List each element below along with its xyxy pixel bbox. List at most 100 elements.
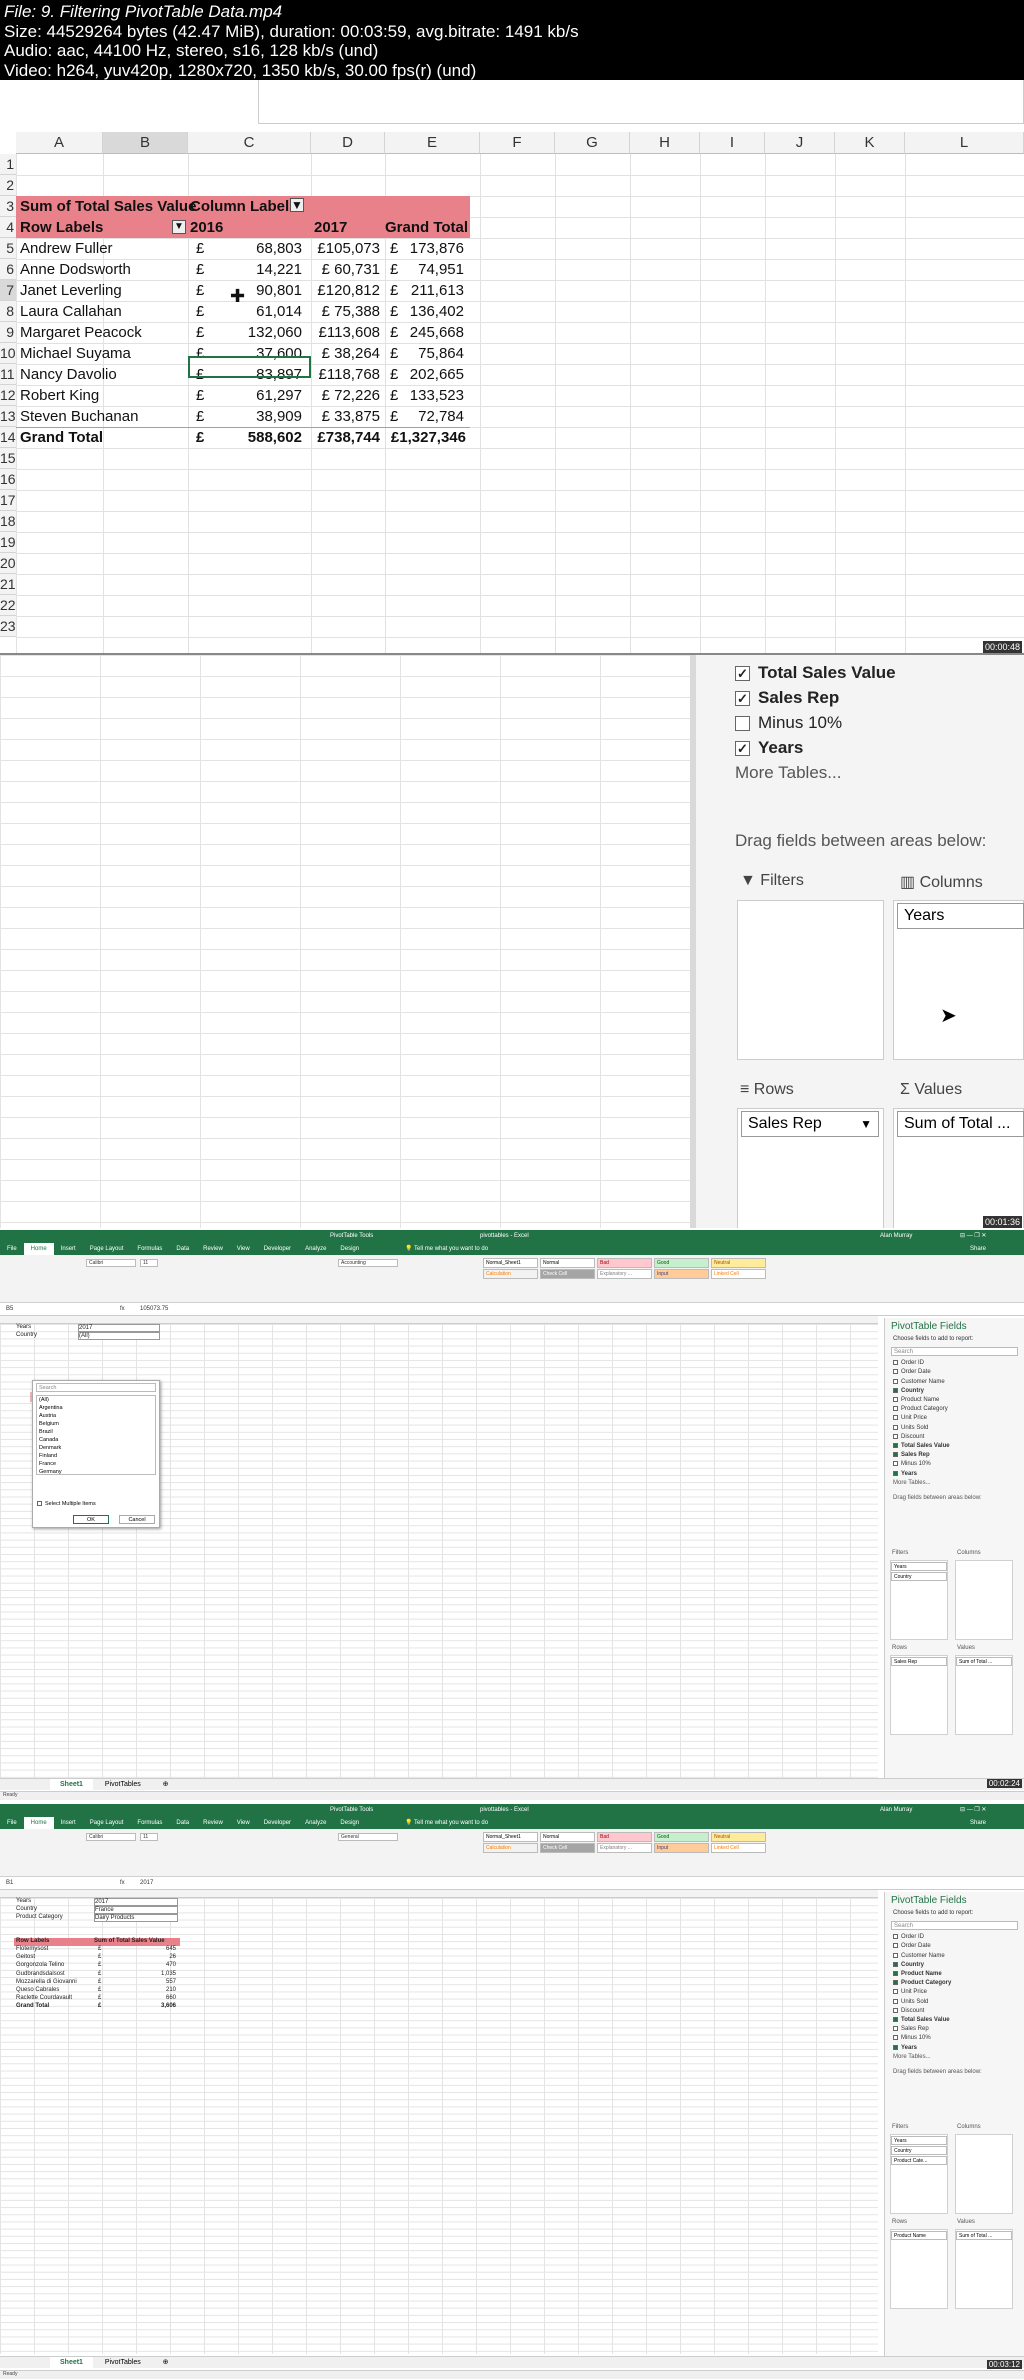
row-header[interactable]: 13 xyxy=(0,406,16,427)
style-swatch[interactable]: Normal xyxy=(540,1832,595,1842)
panel-field-item[interactable]: Sales Rep xyxy=(885,1451,1024,1460)
panel-field-item[interactable]: Years xyxy=(885,2044,1024,2053)
style-swatch[interactable]: Bad xyxy=(597,1258,652,1268)
font-size-select[interactable]: 11 xyxy=(140,1833,158,1841)
checkbox-checked-icon[interactable] xyxy=(893,1970,898,1976)
font-select[interactable]: Calibri xyxy=(86,1833,136,1841)
sheet-tab[interactable]: Sheet1 xyxy=(50,1779,93,1791)
window-controls[interactable]: ⊟ — ❐ ✕ xyxy=(960,1230,986,1243)
values-sum-tag[interactable]: Sum of Total ... xyxy=(897,1111,1024,1137)
filter-field-tag[interactable]: Country xyxy=(891,1572,947,1581)
filter-value-cell[interactable]: Dairy Products xyxy=(94,1914,178,1922)
column-header[interactable]: E xyxy=(385,132,480,154)
row-header[interactable]: 23 xyxy=(0,616,16,637)
row-header[interactable]: 10 xyxy=(0,343,16,364)
panel-field-item[interactable]: Product Category xyxy=(885,1979,1024,1988)
style-swatch[interactable]: Explanatory ... xyxy=(597,1269,652,1279)
style-swatch[interactable]: Normal_Sheet1 xyxy=(483,1258,538,1268)
panel-search[interactable]: Search xyxy=(891,1347,1018,1357)
filter-field-tag[interactable]: Country xyxy=(891,2146,947,2155)
dropdown-item[interactable]: Austria xyxy=(39,1413,56,1419)
column-header[interactable]: I xyxy=(700,132,765,154)
checkbox-icon[interactable] xyxy=(893,1989,898,1995)
row-header[interactable]: 15 xyxy=(0,448,16,469)
ribbon-tab[interactable]: File xyxy=(0,1243,24,1255)
checkbox-icon[interactable] xyxy=(893,1998,898,2004)
dropdown-search[interactable]: Search xyxy=(36,1383,156,1392)
column-header[interactable]: G xyxy=(555,132,630,154)
panel-field-item[interactable]: Discount xyxy=(885,1433,1024,1442)
checkbox-icon[interactable] xyxy=(893,1433,898,1439)
row-header[interactable]: 20 xyxy=(0,553,16,574)
sheet-tab[interactable]: PivotTables xyxy=(95,1779,151,1791)
ribbon-tab[interactable]: Formulas xyxy=(130,1817,169,1829)
panel-field-item[interactable]: Minus 10% xyxy=(885,1460,1024,1469)
panel-field-item[interactable]: Units Sold xyxy=(885,1424,1024,1433)
style-swatch[interactable]: Neutral xyxy=(711,1832,766,1842)
sheet-tab[interactable]: PivotTables xyxy=(95,2357,151,2369)
ribbon-tab[interactable]: Analyze xyxy=(298,1817,333,1829)
ribbon-tab[interactable]: Design xyxy=(333,1243,366,1255)
name-box[interactable]: B5 xyxy=(6,1306,13,1312)
checkbox-checked-icon[interactable] xyxy=(893,1980,898,1986)
more-tables-link[interactable]: More Tables... xyxy=(735,763,841,783)
formula-input[interactable]: 105073.75 xyxy=(140,1306,168,1312)
checkbox-icon[interactable] xyxy=(893,1378,898,1384)
ribbon-tab[interactable]: Insert xyxy=(54,1243,83,1255)
style-swatch[interactable]: Good xyxy=(654,1258,709,1268)
checkbox-icon[interactable] xyxy=(893,1396,898,1402)
panel-field-item[interactable]: Total Sales Value xyxy=(885,1442,1024,1451)
cancel-button[interactable]: Cancel xyxy=(119,1515,155,1524)
row-header[interactable]: 17 xyxy=(0,490,16,511)
column-header[interactable]: B xyxy=(103,132,188,154)
column-header[interactable]: F xyxy=(480,132,555,154)
filter-value-cell[interactable]: France xyxy=(94,1906,178,1914)
panel-field-item[interactable]: Sales Rep xyxy=(885,2025,1024,2034)
checkbox-icon[interactable] xyxy=(893,1934,898,1940)
more-tables-link[interactable]: More Tables... xyxy=(885,2053,1024,2062)
active-cell-b7[interactable] xyxy=(188,356,311,378)
panel-field-item[interactable]: Customer Name xyxy=(885,1952,1024,1961)
filter-dropdown[interactable]: Search (All) Argentina Austria Belgium Brazi… xyxy=(32,1380,160,1528)
row-header[interactable]: 11 xyxy=(0,364,16,385)
share-button[interactable]: Share xyxy=(970,1243,986,1255)
style-swatch[interactable]: Neutral xyxy=(711,1258,766,1268)
row-filter-icon[interactable]: ▼ xyxy=(172,220,186,234)
field-item[interactable]: Minus 10% xyxy=(735,713,842,733)
column-header[interactable]: C xyxy=(188,132,311,154)
row-header[interactable]: 3 xyxy=(0,196,16,217)
ribbon-tab[interactable]: Page Layout xyxy=(83,1817,131,1829)
panel-field-item[interactable]: Units Sold xyxy=(885,1998,1024,2007)
rows-zone[interactable] xyxy=(890,1655,948,1735)
ribbon-tab[interactable]: Review xyxy=(196,1243,230,1255)
panel-field-item[interactable]: Country xyxy=(885,1387,1024,1396)
filter-field-tag[interactable]: Product Cate... xyxy=(891,2156,947,2165)
dropdown-item[interactable]: Belgium xyxy=(39,1421,59,1427)
ribbon-tab[interactable]: Data xyxy=(169,1243,196,1255)
row-header[interactable]: 22 xyxy=(0,595,16,616)
checkbox-checked-icon[interactable] xyxy=(893,1442,898,1448)
panel-field-item[interactable]: Order Date xyxy=(885,1368,1024,1377)
ok-button[interactable]: OK xyxy=(73,1515,109,1524)
checkbox-checked-icon[interactable] xyxy=(893,2016,898,2022)
panel-field-item[interactable]: Order ID xyxy=(885,1933,1024,1942)
row-header[interactable]: 4 xyxy=(0,217,16,238)
ribbon-tab[interactable]: Developer xyxy=(257,1817,298,1829)
panel-field-item[interactable]: Product Name xyxy=(885,1396,1024,1405)
row-header[interactable]: 1 xyxy=(0,154,16,175)
filter-value-cell[interactable]: 2017 xyxy=(94,1898,178,1906)
ribbon-tab[interactable]: Insert xyxy=(54,1817,83,1829)
panel-field-item[interactable]: Order ID xyxy=(885,1359,1024,1368)
style-swatch[interactable]: Normal_Sheet1 xyxy=(483,1832,538,1842)
checkbox-icon[interactable] xyxy=(893,2035,898,2041)
rows-sales-rep-tag[interactable]: Sales Rep ▼ xyxy=(741,1111,879,1137)
checkbox-icon[interactable] xyxy=(893,1943,898,1949)
style-swatch[interactable]: Calculation xyxy=(483,1843,538,1853)
dropdown-item[interactable]: Germany xyxy=(39,1469,62,1474)
share-button[interactable]: Share xyxy=(970,1817,986,1829)
ribbon-tab[interactable]: Design xyxy=(333,1817,366,1829)
columns-zone[interactable] xyxy=(955,2134,1013,2214)
column-header[interactable]: D xyxy=(311,132,385,154)
row-header[interactable]: 18 xyxy=(0,511,16,532)
style-swatch[interactable]: Linked Cell xyxy=(711,1269,766,1279)
